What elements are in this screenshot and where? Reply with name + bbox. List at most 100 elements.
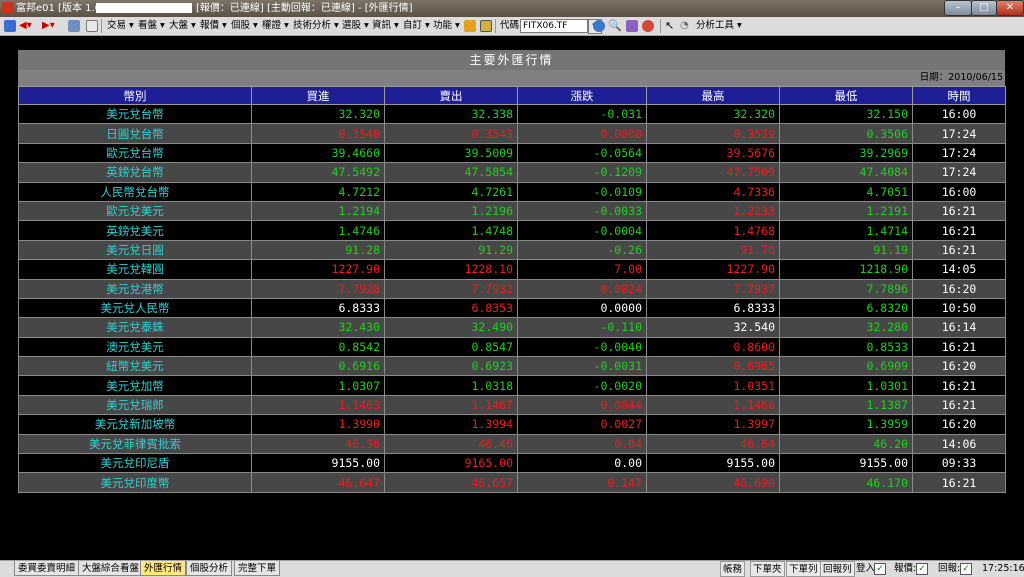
table-row[interactable]: 美元兌港幣 7.7928 7.7932 0.0024 7.7937 7.7896 16:20 [18,278,1006,299]
table-row[interactable]: 美元兌印度幣 46.647 46.657 0.147 46.690 46.170 16:21 [18,472,1006,493]
table-row[interactable]: 歐元兌美元 1.2194 1.2196 -0.0033 1.2233 1.2191 16:2… [18,200,1006,222]
ask-cell: 1.4748 [384,220,518,241]
menu-stock[interactable]: 個股 ▾ [231,17,258,35]
page-icon[interactable] [86,20,98,32]
back-icon[interactable]: ◀▾ [19,17,32,35]
home-icon[interactable] [4,20,16,32]
currency-name-cell: 美元兌台幣 [18,103,252,125]
high-cell: 39.5676 [646,142,780,164]
header-change[interactable]: 漲跌 [517,86,647,105]
table-row[interactable]: 美元兌菲律賓批索 46.36 46.46 0.04 46.64 46.20 14:06 [18,433,1006,455]
bid-cell: 32.430 [251,317,385,338]
tab-stock-analysis[interactable]: 個股分析 [186,561,233,576]
table-row[interactable]: 歐元兌台幣 39.4660 39.5009 -0.0564 39.5676 39.2969… [18,142,1006,164]
currency-name-cell: 紐幣兌美元 [18,356,252,377]
menu-stock-picker[interactable]: 選股 ▾ [342,17,369,35]
table-row[interactable]: 人民幣兌台幣 4.7212 4.7261 -0.0109 4.7336 4.7051 16:… [18,181,1006,202]
ask-cell: 0.6923 [384,356,518,377]
table-row[interactable]: 美元兌新加坡幣 1.3990 1.3994 0.0027 1.3997 1.3959 16:… [18,414,1006,435]
header-time[interactable]: 時間 [912,86,1006,105]
globe-icon[interactable] [593,20,605,32]
bid-cell: 6.8333 [251,297,385,319]
code-label: 代碼 [500,20,520,31]
change-cell: 0.0008 [517,123,647,144]
tab-order-detail[interactable]: 委買委賣明細 [14,561,80,576]
table-row[interactable]: 美元兌日圓 91.28 91.29 -0.26 91.70 91.19 16:21 [18,239,1006,261]
minimize-button[interactable]: – [944,0,972,16]
time-cell: 10:50 [912,297,1006,319]
table-row[interactable]: 美元兌瑞郎 1.1463 1.1467 0.0044 1.1466 1.1387 16:21 [18,394,1006,416]
high-cell: 4.7336 [646,181,780,202]
time-cell: 17:24 [912,162,1006,183]
menu-trade[interactable]: 交易 ▾ [107,17,134,35]
menu-functions[interactable]: 功能 ▾ [433,17,460,35]
table-row[interactable]: 美元兌加幣 1.0307 1.0318 -0.0020 1.0351 1.0301 16:2… [18,375,1006,396]
currency-name-cell: 澳元兌美元 [18,336,252,358]
header-bid[interactable]: 買進 [251,86,385,105]
code-input[interactable]: FITX06.TF [520,19,588,33]
order-folder-button[interactable]: 下單夾 [750,561,785,577]
header-high[interactable]: 最高 [646,86,780,105]
clock: 17:25:16 [982,563,1024,574]
table-row[interactable]: 美元兌韓圓 1227.90 1228.10 7.00 1227.90 1218.90 14:… [18,259,1006,280]
tab-full-order[interactable]: 完整下單 [234,561,281,576]
table-row[interactable]: 英鎊兌台幣 47.5492 47.5854 -0.1209 47.7509 47.4084… [18,162,1006,183]
table-row[interactable]: 美元兌台幣 32.320 32.338 -0.031 32.320 32.150 16:00 [18,103,1006,125]
table-row[interactable]: 紐幣兌美元 0.6916 0.6923 -0.0031 0.6965 0.6909 16:2… [18,356,1006,377]
change-cell: -0.0040 [517,336,647,358]
tab-fx-quotes[interactable]: 外匯行情 [140,561,187,576]
time-cell: 16:14 [912,317,1006,338]
menu-quote[interactable]: 報價 ▾ [200,17,227,35]
table-row[interactable]: 美元兌印尼盾 9155.00 9165.00 0.00 9155.00 9155.00 09… [18,453,1006,474]
high-cell: 1.0351 [646,375,780,396]
window-title-status: [報價：已連線] [主動回報：已連線] - [外匯行情] [196,3,413,14]
table-row[interactable]: 美元兌人民幣 6.8333 6.8353 0.0000 6.8333 6.8320 10:5… [18,297,1006,319]
report-bar-button[interactable]: 回報列 [820,561,855,577]
table-row[interactable]: 美元兌泰銖 32.430 32.490 -0.110 32.540 32.280 16:14 [18,317,1006,338]
time-cell: 16:21 [912,239,1006,261]
header-low[interactable]: 最低 [779,86,913,105]
maximize-button[interactable]: □ [971,0,997,16]
chart-icon[interactable] [626,20,638,32]
change-cell: -0.031 [517,103,647,125]
print-icon[interactable] [68,20,80,32]
table-row[interactable]: 日圓兌台幣 0.3540 0.3543 0.0008 0.3539 0.3506 17:24 [18,123,1006,144]
header-currency[interactable]: 幣別 [18,86,252,105]
high-cell: 1227.90 [646,259,780,280]
time-cell: 17:24 [912,123,1006,144]
bottom-bar: 委買委賣明細 大盤綜合看盤 外匯行情 個股分析 完整下單 帳務 下單夾 下單列 … [0,560,1024,577]
header-ask[interactable]: 賣出 [384,86,518,105]
bid-cell: 0.3540 [251,123,385,144]
menu-tech-analysis[interactable]: 技術分析 ▾ [293,17,339,35]
ask-cell: 91.29 [384,239,518,261]
tab-market-overview[interactable]: 大盤綜合看盤 [78,561,144,576]
close-button[interactable]: ✕ [996,0,1024,16]
search-icon[interactable]: 🔍 [608,17,622,35]
ask-cell: 7.7932 [384,278,518,299]
menu-info[interactable]: 資訊 ▾ [372,17,399,35]
table-row[interactable]: 澳元兌美元 0.8542 0.8547 -0.0040 0.8600 0.8533 16:2… [18,336,1006,358]
low-cell: 46.170 [779,472,913,493]
cursor-icon[interactable]: ↖ [665,17,674,35]
low-cell: 47.4084 [779,162,913,183]
low-cell: 9155.00 [779,453,913,474]
high-cell: 1.1466 [646,394,780,416]
menu-analysis-tools[interactable]: 分析工具 ▾ [696,17,742,35]
menu-warrant[interactable]: 權證 ▾ [262,17,289,35]
forward-icon[interactable]: ▶▾ [42,17,55,35]
panel-date: 日期：2010/06/15 [18,70,1005,86]
accounts-button[interactable]: 帳務 [720,561,746,577]
currency-name-cell: 美元兌日圓 [18,239,252,261]
save-icon[interactable] [480,20,492,32]
zoom-icon[interactable]: ◔ [680,17,689,35]
toolbar-separator [660,19,661,33]
menu-market[interactable]: 大盤 ▾ [169,17,196,35]
change-cell: -0.0004 [517,220,647,241]
order-bar-button[interactable]: 下單列 [786,561,821,577]
menu-watch[interactable]: 看盤 ▾ [138,17,165,35]
alert-icon[interactable] [642,20,654,32]
pen-icon[interactable] [464,20,476,32]
menu-custom[interactable]: 自訂 ▾ [403,17,430,35]
table-row[interactable]: 英鎊兌美元 1.4746 1.4748 -0.0004 1.4768 1.4714 16:2… [18,220,1006,241]
change-cell: 0.0024 [517,278,647,299]
